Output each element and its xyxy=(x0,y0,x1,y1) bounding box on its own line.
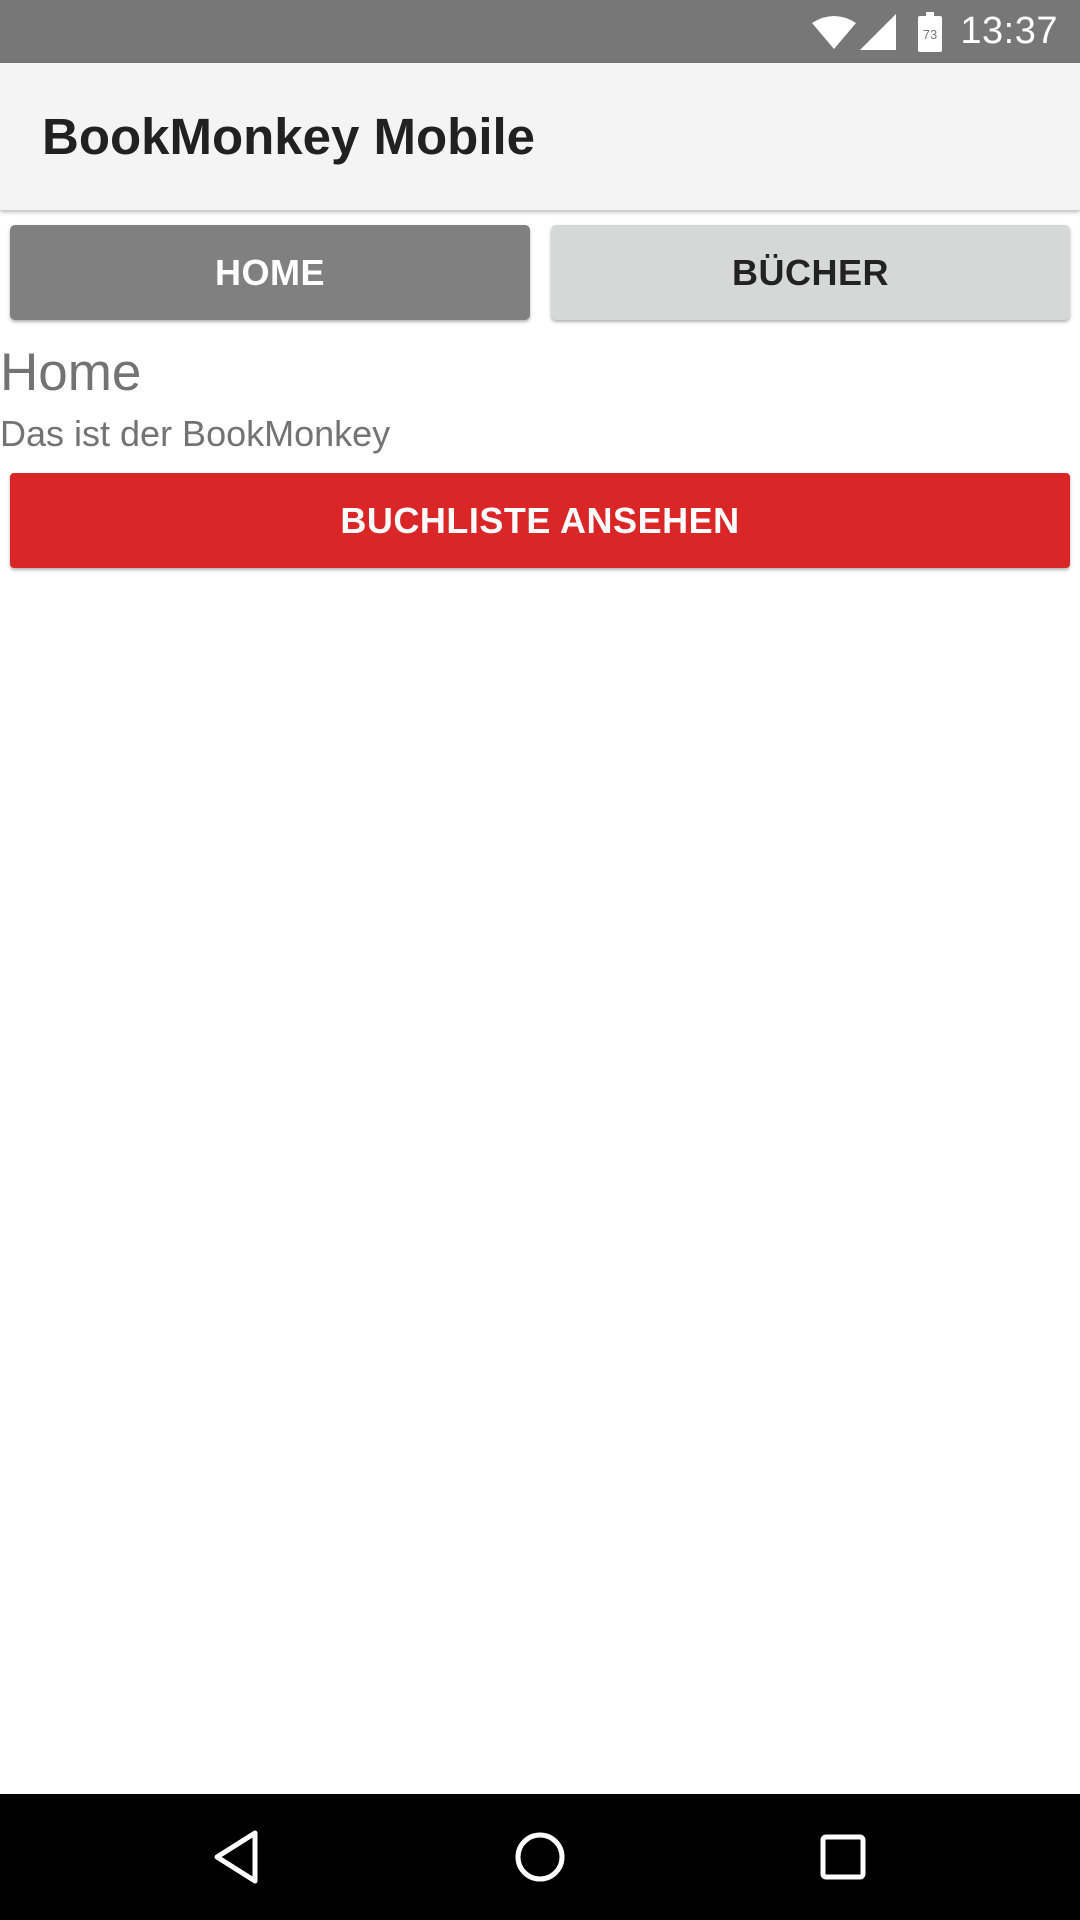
nav-books-button[interactable]: BÜCHER xyxy=(551,225,1070,320)
view-book-list-label: BUCHLISTE ANSEHEN xyxy=(340,499,740,541)
status-clock: 13:37 xyxy=(960,10,1058,52)
system-nav-bar xyxy=(0,1794,1080,1920)
status-icons: 73 13:37 xyxy=(812,0,1058,63)
status-bar: 73 13:37 xyxy=(0,0,1080,63)
back-button[interactable] xyxy=(198,1819,274,1895)
page-intro-text: Das ist der BookMonkey xyxy=(0,413,391,454)
cell-signal-icon xyxy=(860,13,897,50)
nav-home-button[interactable]: HOME xyxy=(10,225,530,320)
page-heading: Home xyxy=(0,343,142,402)
wifi-icon xyxy=(812,15,857,49)
recent-apps-button[interactable] xyxy=(805,1819,881,1895)
battery-level-text: 73 xyxy=(923,27,937,42)
view-book-list-button[interactable]: BUCHLISTE ANSEHEN xyxy=(10,473,1070,568)
home-circle-icon xyxy=(515,1832,565,1882)
app-title: BookMonkey Mobile xyxy=(42,108,536,165)
nav-home-label: HOME xyxy=(215,251,325,293)
recent-apps-icon xyxy=(820,1834,866,1880)
home-button[interactable] xyxy=(502,1819,578,1895)
battery-icon: 73 xyxy=(918,11,943,52)
nav-books-label: BÜCHER xyxy=(731,251,889,293)
back-icon xyxy=(214,1830,258,1884)
app-bar: BookMonkey Mobile xyxy=(0,63,1080,210)
